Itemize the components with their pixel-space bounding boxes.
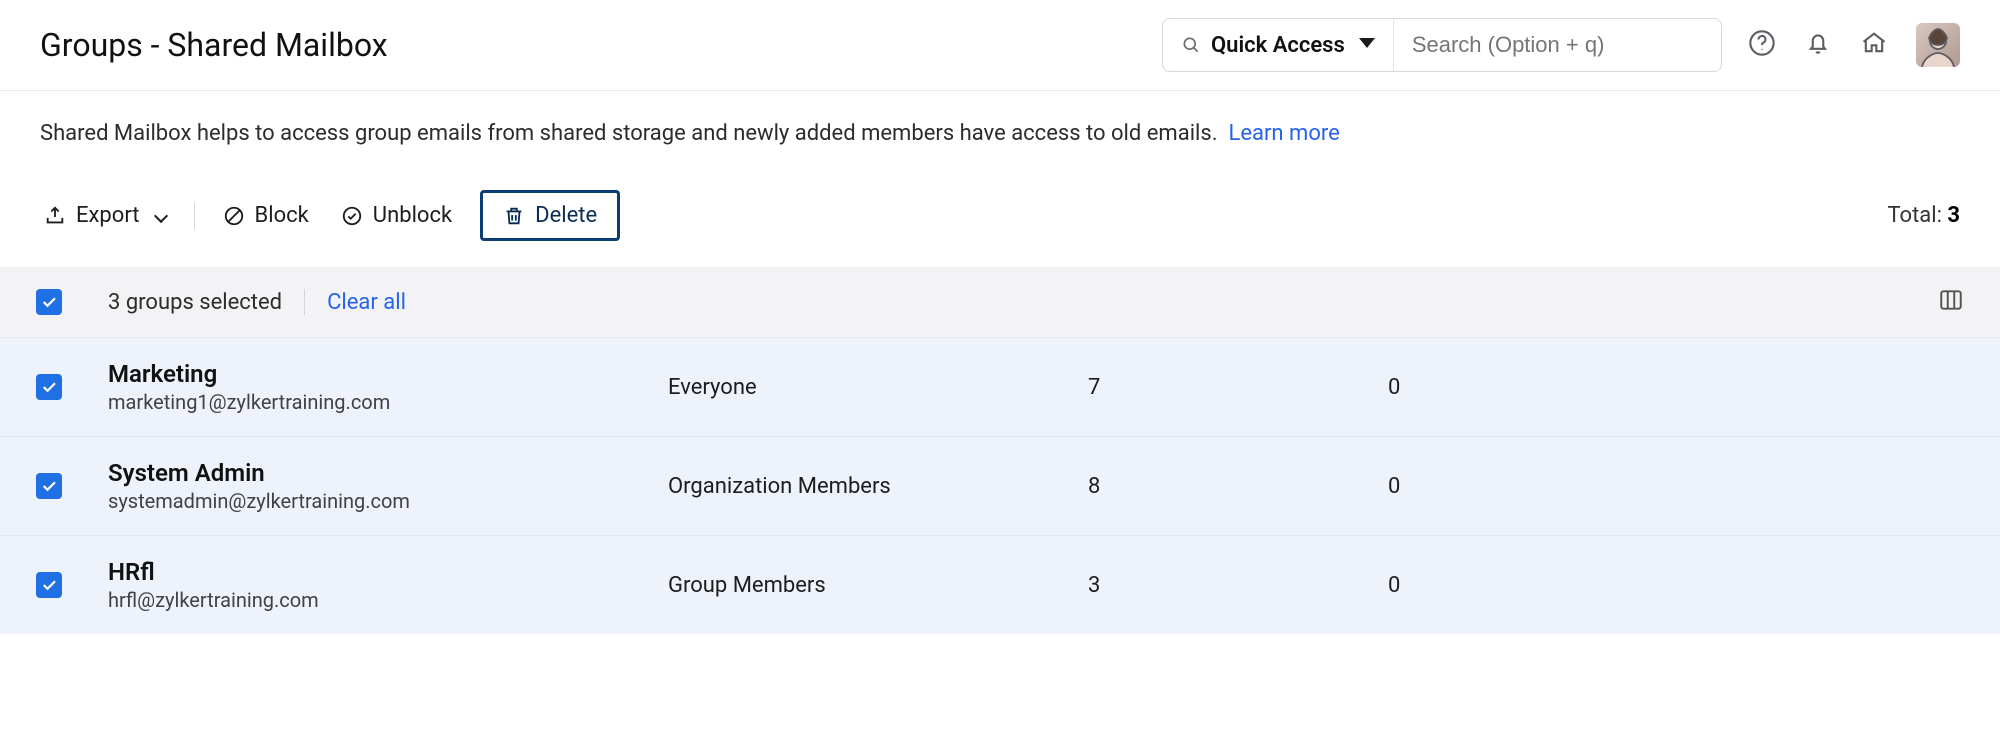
group-email: hrfl@zylkertraining.com bbox=[108, 588, 668, 612]
table-row[interactable]: Marketing marketing1@zylkertraining.com … bbox=[0, 337, 2000, 436]
group-count-b: 0 bbox=[1388, 474, 1648, 499]
group-name-cell: System Admin systemadmin@zylkertraining.… bbox=[108, 459, 668, 513]
select-all-checkbox[interactable] bbox=[36, 289, 62, 315]
block-button[interactable]: Block bbox=[219, 197, 313, 234]
selection-row: 3 groups selected Clear all bbox=[0, 267, 2000, 337]
delete-button[interactable]: Delete bbox=[480, 190, 620, 241]
row-checkbox[interactable] bbox=[36, 374, 62, 400]
check-icon bbox=[40, 477, 58, 495]
group-name: HRfl bbox=[108, 558, 668, 586]
check-icon bbox=[40, 576, 58, 594]
group-scope: Group Members bbox=[668, 573, 1088, 598]
search-input[interactable] bbox=[1394, 19, 1721, 71]
search-icon bbox=[1181, 35, 1201, 55]
separator bbox=[304, 289, 305, 315]
caret-down-icon bbox=[1359, 38, 1375, 52]
export-icon bbox=[44, 205, 66, 227]
group-count-a: 8 bbox=[1088, 474, 1388, 499]
header-bar: Groups - Shared Mailbox Quick Access bbox=[0, 0, 2000, 91]
home-icon[interactable] bbox=[1860, 29, 1888, 61]
unblock-label: Unblock bbox=[373, 203, 452, 228]
group-scope: Everyone bbox=[668, 375, 1088, 400]
group-name-cell: HRfl hrfl@zylkertraining.com bbox=[108, 558, 668, 612]
block-label: Block bbox=[255, 203, 309, 228]
export-button[interactable]: Export bbox=[40, 197, 170, 234]
header-icons bbox=[1748, 23, 1960, 67]
help-icon[interactable] bbox=[1748, 29, 1776, 61]
group-name-cell: Marketing marketing1@zylkertraining.com bbox=[108, 360, 668, 414]
block-icon bbox=[223, 205, 245, 227]
avatar[interactable] bbox=[1916, 23, 1960, 67]
check-icon bbox=[40, 293, 58, 311]
check-icon bbox=[40, 378, 58, 396]
unblock-icon bbox=[341, 205, 363, 227]
toolbar: Export Block Unblock Delete Total: 3 bbox=[40, 190, 1960, 241]
row-checkbox[interactable] bbox=[36, 473, 62, 499]
group-count-a: 3 bbox=[1088, 573, 1388, 598]
trash-icon bbox=[503, 205, 525, 227]
group-count-a: 7 bbox=[1088, 375, 1388, 400]
page-description: Shared Mailbox helps to access group ema… bbox=[40, 117, 1960, 150]
export-label: Export bbox=[76, 203, 140, 228]
group-name: Marketing bbox=[108, 360, 668, 388]
learn-more-link[interactable]: Learn more bbox=[1228, 121, 1339, 146]
clear-all-link[interactable]: Clear all bbox=[327, 290, 406, 315]
table-row[interactable]: System Admin systemadmin@zylkertraining.… bbox=[0, 436, 2000, 535]
columns-icon bbox=[1938, 287, 1964, 313]
quick-access-label: Quick Access bbox=[1211, 33, 1345, 58]
unblock-button[interactable]: Unblock bbox=[337, 197, 456, 234]
search-box: Quick Access bbox=[1162, 18, 1722, 72]
page-title: Groups - Shared Mailbox bbox=[40, 26, 388, 64]
column-settings-button[interactable] bbox=[1938, 287, 1964, 317]
group-count-b: 0 bbox=[1388, 375, 1648, 400]
group-email: systemadmin@zylkertraining.com bbox=[108, 489, 668, 513]
group-name: System Admin bbox=[108, 459, 668, 487]
group-email: marketing1@zylkertraining.com bbox=[108, 390, 668, 414]
delete-label: Delete bbox=[535, 203, 597, 228]
separator bbox=[194, 203, 195, 229]
quick-access-dropdown[interactable]: Quick Access bbox=[1163, 19, 1394, 71]
selection-text: 3 groups selected bbox=[108, 290, 282, 315]
bell-icon[interactable] bbox=[1804, 29, 1832, 61]
chevron-down-icon bbox=[153, 208, 167, 222]
table: 3 groups selected Clear all Marketing ma… bbox=[0, 267, 2000, 634]
group-count-b: 0 bbox=[1388, 573, 1648, 598]
total-label: Total: bbox=[1887, 203, 1941, 228]
total-count: Total: 3 bbox=[1887, 203, 1960, 228]
row-checkbox[interactable] bbox=[36, 572, 62, 598]
group-scope: Organization Members bbox=[668, 474, 1088, 499]
table-row[interactable]: HRfl hrfl@zylkertraining.com Group Membe… bbox=[0, 535, 2000, 634]
page-description-text: Shared Mailbox helps to access group ema… bbox=[40, 121, 1218, 146]
total-value: 3 bbox=[1947, 203, 1960, 228]
